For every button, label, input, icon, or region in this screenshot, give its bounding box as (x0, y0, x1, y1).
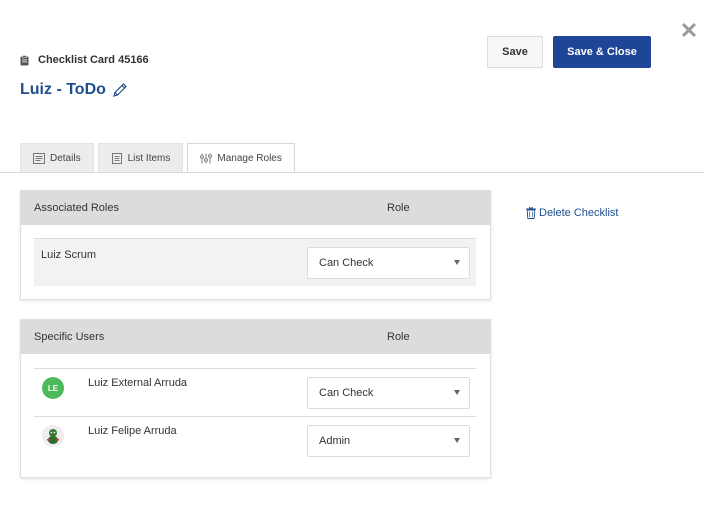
role-column-header: Role (387, 202, 410, 214)
clipboard-icon (20, 54, 29, 65)
role-select-value: Can Check (319, 387, 374, 399)
details-icon (33, 152, 45, 164)
specific-users-panel: Specific Users Role LE Luiz External Arr… (20, 319, 491, 478)
manage-roles-icon (200, 153, 213, 164)
trash-icon (526, 207, 536, 219)
card-label-text: Checklist Card 45166 (38, 54, 149, 66)
table-row: Luiz Felipe Arruda Admin (34, 416, 476, 464)
role-select[interactable]: Can Check (307, 377, 470, 409)
role-select-value: Can Check (319, 257, 374, 269)
tab-bar: Details List Items Manage Roles (20, 143, 299, 173)
page-title: Luiz - ToDo (20, 81, 128, 99)
tab-details[interactable]: Details (20, 143, 94, 172)
chevron-down-icon (454, 260, 460, 265)
close-icon[interactable]: ✕ (679, 20, 699, 42)
associated-roles-panel: Associated Roles Role Luiz Scrum Can Che… (20, 190, 491, 300)
save-button[interactable]: Save (487, 36, 543, 68)
avatar (42, 425, 64, 447)
save-and-close-button[interactable]: Save & Close (553, 36, 651, 68)
page-title-text: Luiz - ToDo (20, 81, 106, 98)
avatar-image (42, 425, 64, 447)
chevron-down-icon (454, 438, 460, 443)
table-row: LE Luiz External Arruda Can Check (34, 368, 476, 416)
table-row: Luiz Scrum Can Check (34, 238, 476, 286)
card-label: Checklist Card 45166 (20, 54, 149, 66)
role-column-header: Role (387, 331, 410, 343)
specific-users-header: Specific Users Role (21, 320, 490, 354)
specific-users-title: Specific Users (34, 331, 105, 343)
list-items-icon (111, 152, 122, 164)
tab-manage-roles[interactable]: Manage Roles (187, 143, 295, 173)
user-name: Luiz External Arruda (88, 377, 188, 389)
avatar: LE (42, 377, 64, 399)
associated-roles-title: Associated Roles (34, 202, 119, 214)
user-name: Luiz Felipe Arruda (88, 425, 177, 437)
role-select[interactable]: Admin (307, 425, 470, 457)
tab-details-label: Details (50, 152, 81, 164)
tab-divider (0, 172, 704, 173)
tab-list-items[interactable]: List Items (97, 143, 184, 172)
tab-list-items-label: List Items (127, 152, 171, 164)
role-select-value: Admin (319, 435, 351, 447)
delete-checklist-label: Delete Checklist (539, 207, 619, 219)
associated-roles-header: Associated Roles Role (21, 191, 490, 225)
chevron-down-icon (454, 390, 460, 395)
tab-manage-roles-label: Manage Roles (217, 153, 282, 164)
role-select[interactable]: Can Check (307, 247, 470, 279)
delete-checklist-link[interactable]: Delete Checklist (526, 207, 618, 219)
pencil-icon[interactable] (112, 82, 128, 98)
role-name: Luiz Scrum (41, 249, 97, 261)
